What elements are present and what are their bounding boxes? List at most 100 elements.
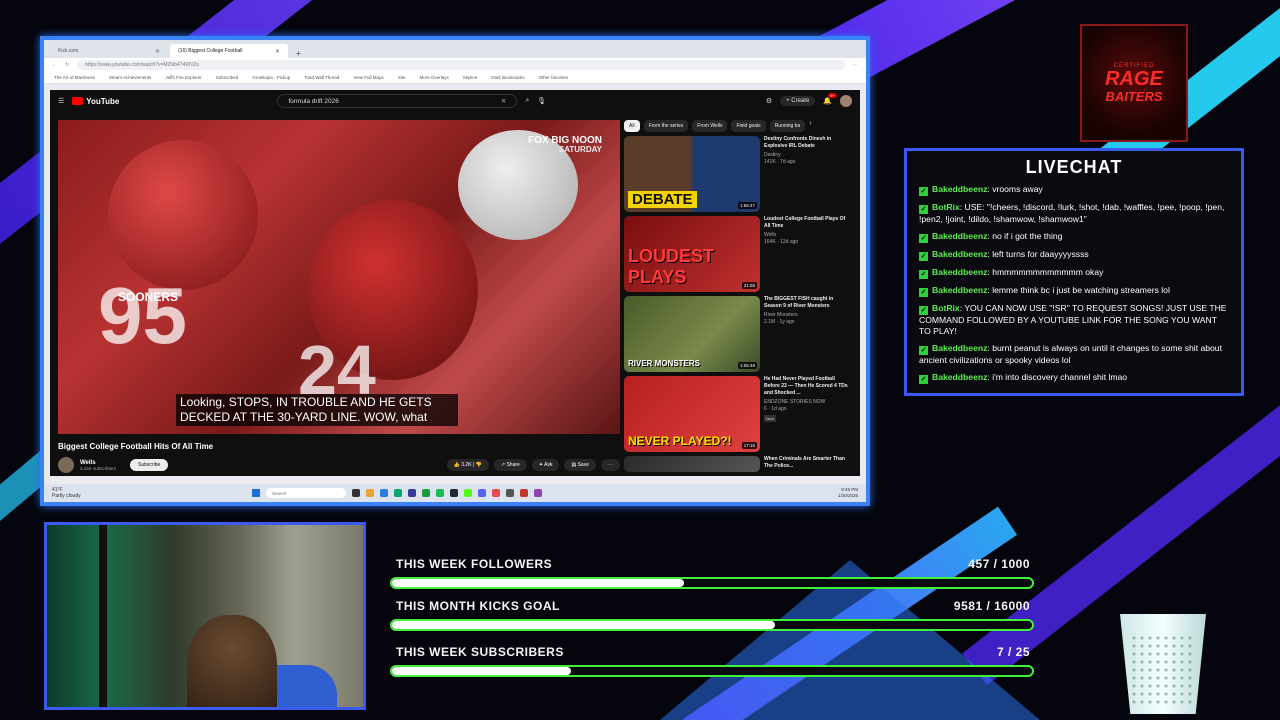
- search-input[interactable]: formula drift 2026 ✕: [277, 94, 518, 108]
- cast-icon[interactable]: ⚙: [766, 97, 772, 105]
- rec-title[interactable]: He Had Never Played Football Before 23 —…: [764, 376, 850, 397]
- channel-avatar[interactable]: [58, 457, 74, 473]
- bookmark[interactable]: The Art of Manliness: [54, 75, 95, 80]
- like-button[interactable]: 👍 3.2K | 👎: [446, 459, 489, 471]
- webcam-feed: [44, 522, 366, 710]
- edge-icon[interactable]: [380, 489, 388, 497]
- bookmark[interactable]: Skyline: [463, 75, 478, 80]
- microphone-icon[interactable]: 🎙: [537, 97, 546, 105]
- weather-widget[interactable]: 41°F Partly cloudy: [52, 487, 112, 499]
- chat-user: Bakeddbeenz: [932, 249, 988, 259]
- video-thumbnail[interactable]: RIVER MONSTERS 1:05:48: [624, 296, 760, 372]
- channel-logo: CERTIFIED RAGE BAITERS: [1080, 24, 1188, 142]
- close-icon[interactable]: ✕: [155, 48, 160, 55]
- app-icon[interactable]: [506, 489, 514, 497]
- app-icon[interactable]: [408, 489, 416, 497]
- windows-icon[interactable]: [252, 489, 260, 497]
- taskbar-clock[interactable]: 9:45 PM 1/30/2026: [838, 487, 858, 499]
- app-icon[interactable]: [394, 489, 402, 497]
- goal-value: 9581 / 16000: [953, 599, 1030, 613]
- video-thumbnail[interactable]: DEBATE 1:56:47: [624, 136, 760, 212]
- more-button[interactable]: ⋯: [601, 459, 620, 471]
- kick-icon[interactable]: [464, 489, 472, 497]
- ask-button[interactable]: ✦ Ask: [531, 459, 560, 471]
- recommendation[interactable]: RIVER MONSTERS 1:05:48 The BIGGEST FISH c…: [624, 296, 850, 376]
- explorer-icon[interactable]: [366, 489, 374, 497]
- avatar[interactable]: [840, 95, 852, 107]
- chip-all[interactable]: All: [624, 120, 640, 132]
- bookmark[interactable]: Site: [398, 75, 406, 80]
- goal-label: THIS WEEK FOLLOWERS: [396, 557, 553, 571]
- chip[interactable]: Field goals: [731, 120, 766, 132]
- chat-message: ✓ Bakeddbeenz: burnt peanut is always on …: [919, 343, 1222, 365]
- rec-title[interactable]: Loudest College Football Plays Of All Ti…: [764, 216, 850, 230]
- bookmark[interactable]: View Full Maps: [353, 75, 383, 80]
- back-icon[interactable]: ←: [52, 62, 57, 68]
- channel-subs: 3.44K subscribers: [80, 465, 117, 471]
- save-button[interactable]: ▤ Save: [564, 459, 596, 471]
- chip[interactable]: From Wells: [692, 120, 728, 132]
- rec-title[interactable]: The BIGGEST FISH caught in Season 9 of R…: [764, 296, 850, 310]
- youtube-logo[interactable]: YouTube: [72, 97, 119, 106]
- bookmark[interactable]: Dark Bookmarks: [491, 75, 524, 80]
- chip[interactable]: Running ba: [769, 120, 806, 132]
- video-thumbnail[interactable]: [624, 456, 760, 472]
- bookmark[interactable]: Steam Achievements: [109, 75, 151, 80]
- url-text: https://www.youtube.com/watch?v=M2Nb4T4W…: [85, 62, 199, 68]
- goal-kicks: THIS MONTH KICKS GOAL 9581 / 16000: [390, 599, 1034, 631]
- chat-message: ✓ Bakeddbeenz: left turns for daayyyyssss: [919, 249, 1089, 261]
- recommendation[interactable]: DEBATE 1:56:47 Destiny Confronts Dinesh i…: [624, 136, 850, 216]
- rec-info: Destiny Confronts Dinesh in Explosive IR…: [764, 136, 850, 216]
- rec-title[interactable]: When Criminals Are Smarter Than The Poli…: [764, 456, 850, 470]
- bookmark[interactable]: More Overlays: [420, 75, 449, 80]
- spotify-icon[interactable]: [436, 489, 444, 497]
- recommendation[interactable]: When Criminals Are Smarter Than The Poli…: [624, 456, 850, 474]
- share-button[interactable]: ↗ Share: [493, 459, 527, 471]
- taskview-icon[interactable]: [352, 489, 360, 497]
- bookmark[interactable]: Growtopia - Pickup: [252, 75, 290, 80]
- chat-user: Bakeddbeenz: [932, 231, 988, 241]
- create-button[interactable]: + Create: [780, 96, 816, 106]
- address-bar[interactable]: https://www.youtube.com/watch?v=M2Nb4T4W…: [77, 60, 845, 70]
- bookmark[interactable]: Other favorites: [539, 75, 569, 80]
- video-thumbnail[interactable]: LOUDEST PLAYS 21:58: [624, 216, 760, 292]
- app-icon[interactable]: [520, 489, 528, 497]
- rec-title[interactable]: Destiny Confronts Dinesh in Explosive IR…: [764, 136, 850, 150]
- clear-icon[interactable]: ✕: [501, 97, 506, 105]
- close-icon[interactable]: ✕: [275, 48, 280, 55]
- recommendation[interactable]: LOUDEST PLAYS 21:58 Loudest College Footb…: [624, 216, 850, 296]
- obs-icon[interactable]: [492, 489, 500, 497]
- video-thumbnail[interactable]: NEVER PLAYED?! 17:15: [624, 376, 760, 452]
- new-badge: New: [764, 415, 777, 422]
- xbox-icon[interactable]: [422, 489, 430, 497]
- new-tab-button[interactable]: +: [290, 49, 307, 58]
- browser-tab[interactable]: Kick.com ✕: [50, 44, 168, 58]
- goal-followers: THIS WEEK FOLLOWERS 457 / 1000: [390, 557, 1034, 589]
- bookmark[interactable]: Subscribed: [216, 75, 239, 80]
- check-icon: ✓: [919, 252, 928, 261]
- bookmark[interactable]: Toad Wall Thread: [304, 75, 339, 80]
- recommendation[interactable]: NEVER PLAYED?! 17:15 He Had Never Played …: [624, 376, 850, 456]
- chat-text: YOU CAN NOW USE "!SR" TO REQUEST SONGS! …: [919, 303, 1227, 336]
- search-icon[interactable]: ⌕: [525, 97, 529, 105]
- browser-tab-active[interactable]: (16) Biggest College Football ✕: [170, 44, 288, 58]
- check-icon: ✓: [919, 270, 928, 279]
- subscribe-button[interactable]: Subscribe: [130, 459, 169, 471]
- steam-icon[interactable]: [450, 489, 458, 497]
- bookmark[interactable]: Jeffs Fire Explorer: [165, 75, 201, 80]
- notifications-button[interactable]: 🔔 9+: [823, 93, 837, 105]
- reload-icon[interactable]: ↻: [65, 62, 69, 68]
- thumbnail-text: DEBATE: [628, 191, 697, 208]
- chevron-right-icon[interactable]: ›: [809, 120, 811, 132]
- youtube-brand: YouTube: [86, 96, 120, 106]
- taskbar-search[interactable]: Search: [266, 488, 346, 498]
- rec-info: Loudest College Football Plays Of All Ti…: [764, 216, 850, 296]
- chip[interactable]: From the series: [643, 120, 689, 132]
- clock-date: 1/30/2026: [837, 493, 858, 498]
- discord-icon[interactable]: [478, 489, 486, 497]
- app-icon[interactable]: [534, 489, 542, 497]
- menu-icon[interactable]: ☰: [58, 97, 64, 105]
- extensions-icon[interactable]: ⋯: [853, 62, 858, 68]
- webcam-pole: [99, 525, 107, 707]
- video-player[interactable]: 95 24 SOONERS FOX BIG NOON SATURDAY Looki…: [58, 120, 620, 434]
